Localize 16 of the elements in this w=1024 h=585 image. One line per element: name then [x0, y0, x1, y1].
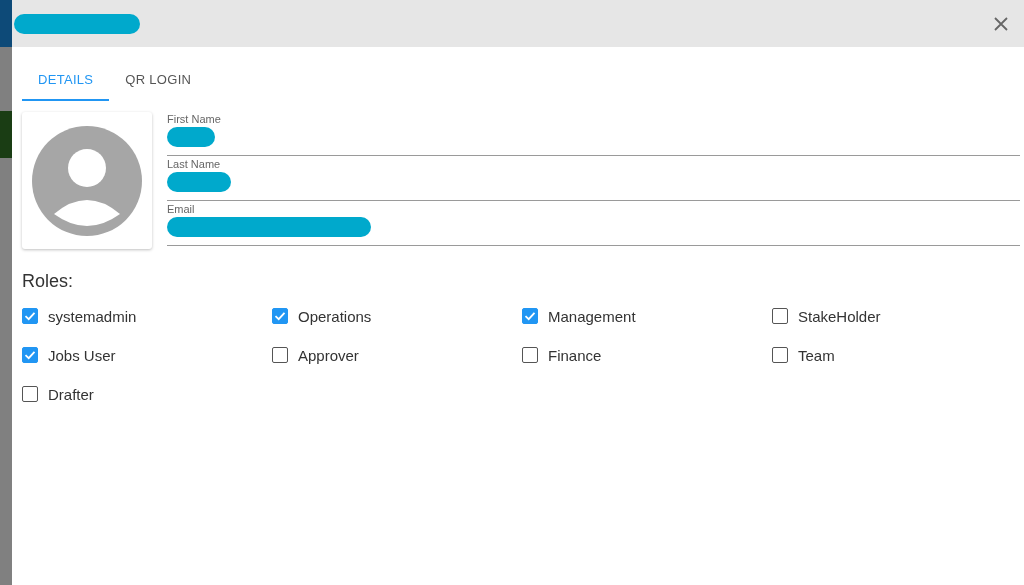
role-checkbox[interactable]: Management — [522, 306, 772, 326]
role-checkbox[interactable]: Approver — [272, 345, 522, 365]
tab[interactable]: QR LOGIN — [109, 59, 208, 101]
input-field[interactable]: Last Name — [167, 157, 1020, 201]
avatar-icon — [32, 125, 142, 236]
input-field[interactable]: First Name — [167, 112, 1020, 156]
role-checkbox[interactable]: systemadmin — [22, 306, 272, 326]
input-field[interactable]: Email — [167, 202, 1020, 246]
role-checkbox[interactable]: Operations — [272, 306, 522, 326]
role-checkbox[interactable]: StakeHolder — [772, 306, 1022, 326]
role-checkbox[interactable]: Drafter — [22, 384, 272, 404]
roles-heading: Roles: — [22, 271, 75, 292]
role-checkbox[interactable]: Finance — [522, 345, 772, 365]
role-checkbox[interactable]: Team — [772, 345, 1022, 365]
role-checkbox[interactable]: Jobs User — [22, 345, 272, 365]
close-icon[interactable] — [992, 14, 1010, 33]
